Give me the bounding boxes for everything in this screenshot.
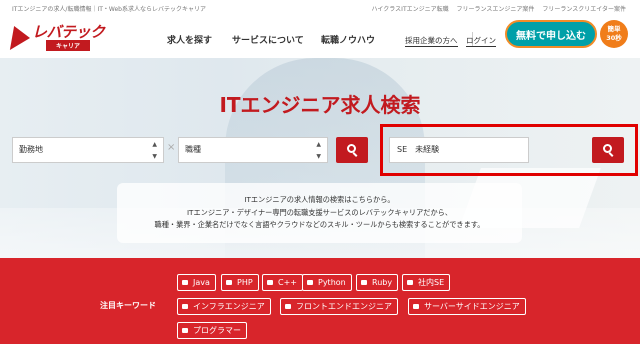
top-link-freelance-engineer[interactable]: フリーランスエンジニア案件 [457,6,535,13]
top-link-freelance-creator[interactable]: フリーランスクリエイター案件 [542,6,626,13]
location-select[interactable]: 勤務地 ▲ ▼ [12,137,164,163]
logo[interactable]: レバテック キャリア [9,18,112,52]
badge-line1: 簡単 [607,25,621,33]
tag-icon [182,280,188,285]
keyword-highlight-box [380,124,638,176]
hero-search: ITエンジニア求人検索 勤務地 ▲ ▼ × 職種 ▲ ▼ SE 未経験 ITエンジニ… [0,58,640,258]
location-select-value: 勤務地 [19,145,43,154]
keyword-chip-ruby[interactable]: Ruby [356,274,399,291]
top-links: ハイクラスITエンジニア転職 フリーランスエンジニア案件 フリーランスクリエイタ… [366,4,626,13]
info-line-2: ITエンジニア・デザイナー専門の転職支援サービスのレバテックキャリアだから、 [186,207,453,217]
badge-line2: 30秒 [606,34,622,42]
nav-career-knowhow[interactable]: 転職ノウハウ [321,33,375,46]
keyword-chip-cpp[interactable]: C++ [262,274,303,291]
page-title: ITエンジニア求人検索 [219,93,421,117]
keyword-chip-serverside[interactable]: サーバーサイドエンジニア [408,298,526,315]
tag-icon [361,280,367,285]
login-link[interactable]: ログイン [466,35,496,47]
logo-mark-icon [9,26,33,50]
tag-icon [407,280,413,285]
tag-icon [182,304,188,309]
tag-icon [226,280,232,285]
keyword-chip-programmer[interactable]: プログラマー [177,322,247,339]
info-line-3: 職種・業界・企業名だけでなく言語やクラウドなどのスキル・ツールからも検索すること… [154,220,485,229]
quick-badge: 簡単 30秒 [600,20,628,48]
tag-icon [413,304,419,309]
keyword-chip-python[interactable]: Python [302,274,352,291]
job-type-select-value: 職種 [185,145,201,154]
keyword-chip-php[interactable]: PHP [221,274,259,291]
keyword-chip-frontend[interactable]: フロントエンドエンジニア [280,298,398,315]
site-tagline: ITエンジニアの求人/転職情報｜IT・Web系求人ならレバテックキャリア [12,6,206,13]
separator-times: × [167,142,176,153]
logo-sub: キャリア [46,40,91,51]
select-arrows-icon: ▲ ▼ [316,141,321,160]
keywords-label: 注目キーワード [100,301,156,310]
search-icon [347,144,356,153]
keyword-chip-java[interactable]: Java [177,274,216,291]
nav-find-jobs[interactable]: 求人を探す [167,33,212,46]
tag-icon [267,280,273,285]
employer-link[interactable]: 採用企業の方へ [405,35,458,47]
tag-icon [285,304,291,309]
logo-brand: レバテック [32,23,105,41]
info-line-1: ITエンジニアの求人情報の検索はこちらから。 [244,195,395,204]
featured-keywords: 注目キーワード Java PHP C++ Python Ruby 社内SE イン… [0,258,640,344]
tag-icon [307,280,313,285]
signup-button[interactable]: 無料で申し込む [505,20,597,48]
keyword-chip-in-house-se[interactable]: 社内SE [402,274,451,291]
search-info-box: ITエンジニアの求人情報の検索はこちらから。 ITエンジニア・デザイナー専門の転… [117,183,522,243]
tag-icon [182,328,188,333]
select-arrows-icon: ▲ ▼ [152,141,157,160]
top-strip: ITエンジニアの求人/転職情報｜IT・Web系求人ならレバテックキャリア ハイク… [0,0,640,14]
keyword-chip-infrastructure[interactable]: インフラエンジニア [177,298,271,315]
nav-about-service[interactable]: サービスについて [232,33,304,46]
top-link-highclass[interactable]: ハイクラスITエンジニア転職 [372,6,449,13]
job-type-select[interactable]: 職種 ▲ ▼ [178,137,328,163]
site-header: レバテック キャリア 求人を探す サービスについて 転職ノウハウ 採用企業の方へ… [0,14,640,58]
condition-search-button[interactable] [336,137,368,163]
